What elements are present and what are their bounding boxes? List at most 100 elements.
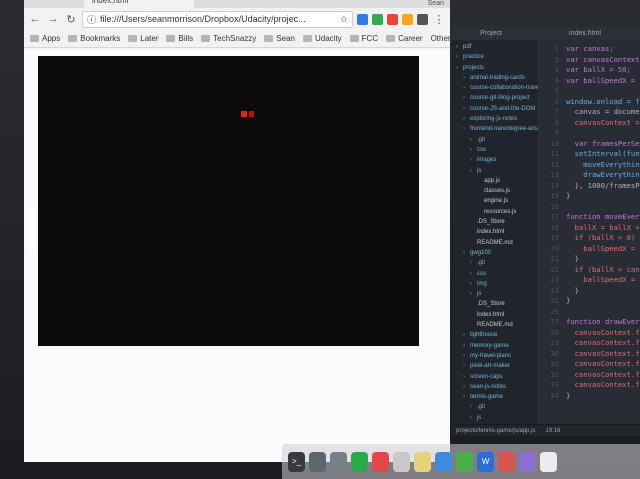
- star-icon[interactable]: ☆: [340, 14, 348, 25]
- tree-folder[interactable]: › sean-js-notes: [452, 382, 538, 392]
- bookmark-item[interactable]: Bills: [166, 34, 193, 43]
- tree-folder[interactable]: › pdf: [452, 42, 538, 52]
- back-icon[interactable]: ←: [28, 12, 42, 26]
- tree-folder[interactable]: › course-git-blog-project: [452, 93, 538, 103]
- app-icon[interactable]: [351, 451, 368, 472]
- tree-file[interactable]: .DS_Store: [452, 217, 538, 227]
- tree-file[interactable]: index.html: [452, 227, 538, 237]
- address-bar[interactable]: ⓘ file:///Users/seanmorrison/Dropbox/Uda…: [82, 10, 353, 28]
- game-canvas[interactable]: [28, 56, 419, 346]
- tree-label: css: [477, 270, 486, 277]
- tree-folder[interactable]: › my-travel-plans: [452, 351, 538, 361]
- tree-folder[interactable]: › .git: [452, 402, 538, 412]
- tree-file[interactable]: classes.js: [452, 186, 538, 196]
- bookmark-item[interactable]: Bookmarks: [68, 34, 120, 43]
- chevron-right-icon: ›: [463, 394, 465, 401]
- menu-icon[interactable]: ⋮: [432, 12, 446, 26]
- info-icon[interactable]: ⓘ: [87, 13, 96, 26]
- app-icon[interactable]: [519, 451, 536, 472]
- bookmark-item[interactable]: Career: [386, 34, 423, 43]
- extension-icon[interactable]: [372, 13, 383, 25]
- tree-folder[interactable]: › css: [452, 269, 538, 279]
- tree-folder[interactable]: › lighthouse: [452, 330, 538, 340]
- tree-folder[interactable]: › exploring-js-notes: [452, 114, 538, 124]
- extension-icon[interactable]: [402, 13, 413, 25]
- tree-folder[interactable]: › screen-caps: [452, 372, 538, 382]
- extension-icon[interactable]: [387, 13, 398, 25]
- line-number: 31: [550, 359, 559, 368]
- app-icon[interactable]: [309, 451, 326, 472]
- bookmark-item[interactable]: Apps: [30, 34, 60, 43]
- trash-icon[interactable]: [540, 451, 557, 472]
- tree-folder[interactable]: › tennis-game: [452, 392, 538, 402]
- browser-toolbar: ← → ↻ ⓘ file:///Users/seanmorrison/Dropb…: [24, 8, 450, 30]
- status-path[interactable]: projects/tennis-game/js/app.js: [456, 428, 535, 434]
- tree-folder[interactable]: › .git: [452, 258, 538, 268]
- bookmark-label: Udacity: [314, 34, 342, 43]
- forward-icon[interactable]: →: [46, 12, 60, 26]
- tree-file[interactable]: resources.js: [452, 207, 538, 217]
- code-editor[interactable]: 1 2 3 4 5 6 7 8 9 10 11 12 13 14 15 16 17 18 19 20 21 22 23 24 2…: [538, 40, 640, 424]
- code-line: }: [566, 296, 571, 305]
- bookmark-label: Sean: [276, 34, 295, 43]
- tree-folder[interactable]: › gwg100: [452, 248, 538, 258]
- tree-file[interactable]: index.html: [452, 310, 538, 320]
- tree-folder[interactable]: › js: [452, 166, 538, 176]
- editor-tab[interactable]: index.html: [530, 30, 640, 37]
- profile-name[interactable]: Sean: [428, 0, 444, 7]
- tree-folder[interactable]: › .git: [452, 135, 538, 145]
- app-icon[interactable]: [330, 451, 347, 472]
- word-icon[interactable]: W: [477, 451, 494, 472]
- app-icon[interactable]: [372, 451, 389, 472]
- tree-folder[interactable]: › course-JS-and-the-DOM: [452, 104, 538, 114]
- bookmark-item[interactable]: Later: [128, 34, 158, 43]
- tree-file[interactable]: app.js: [452, 176, 538, 186]
- code-line: if (ballX < 0) {: [566, 233, 640, 242]
- code-line: function drawEverything(: [566, 317, 640, 326]
- notes-icon[interactable]: [414, 451, 431, 472]
- bookmark-item[interactable]: FCC: [349, 34, 379, 43]
- extension-icon[interactable]: [357, 13, 368, 25]
- tree-folder[interactable]: › js: [452, 413, 538, 423]
- chevron-right-icon: ›: [456, 44, 458, 50]
- browser-tab[interactable]: index.html: [84, 0, 194, 8]
- line-number: 24: [550, 285, 559, 295]
- tree-folder[interactable]: › img: [452, 279, 538, 289]
- code-line: canvasContext.fillRect(: [574, 338, 640, 347]
- tree-folder[interactable]: › course-collaboration-travel: [452, 83, 538, 93]
- tree-file[interactable]: .DS_Store: [452, 299, 538, 309]
- tree-folder[interactable]: › images: [452, 155, 538, 165]
- code-line: if (ballX > canvas.wid: [574, 264, 640, 274]
- tree-file[interactable]: engine.js: [452, 196, 538, 206]
- tree-folder[interactable]: › frontend-nanodegree-arcade: [452, 124, 538, 134]
- tree-file[interactable]: README.md: [452, 238, 538, 248]
- tree-folder[interactable]: › practice: [452, 52, 538, 62]
- tree-folder[interactable]: › projects: [452, 63, 538, 73]
- app-icon[interactable]: [498, 451, 515, 472]
- reload-icon[interactable]: ↻: [64, 12, 78, 26]
- tree-folder[interactable]: › memory-game: [452, 341, 538, 351]
- other-bookmarks[interactable]: Other Bookmarks: [431, 34, 450, 43]
- messages-icon[interactable]: [456, 451, 473, 472]
- tree-file[interactable]: README.md: [452, 320, 538, 330]
- tree-folder[interactable]: › animal-trading-cards: [452, 73, 538, 83]
- status-cursor[interactable]: 19:16: [545, 428, 560, 434]
- terminal-icon[interactable]: >_: [288, 451, 305, 472]
- app-icon[interactable]: [435, 451, 452, 472]
- tree-label: exploring-js-notes: [470, 116, 518, 123]
- code-line: window.onload = functi: [566, 96, 640, 106]
- line-number: 12: [550, 159, 559, 169]
- tree-label: pixel-art-maker: [470, 363, 511, 370]
- bookmark-item[interactable]: Sean: [264, 34, 295, 43]
- bookmark-item[interactable]: Udacity: [302, 34, 342, 43]
- tree-folder[interactable]: › pixel-art-maker: [452, 361, 538, 371]
- bookmark-label: FCC: [361, 34, 379, 43]
- paddle: [28, 206, 36, 254]
- url-text: file:///Users/seanmorrison/Dropbox/Udaci…: [100, 14, 306, 24]
- tree-folder[interactable]: › js: [452, 289, 538, 299]
- bookmark-item[interactable]: TechSnazzy: [201, 34, 256, 43]
- tree-folder[interactable]: › css: [452, 145, 538, 155]
- code-area[interactable]: var canvas; var canvasContext; var ballX =…: [566, 44, 640, 401]
- extension-icon[interactable]: [417, 13, 428, 25]
- calendar-icon[interactable]: [393, 451, 410, 472]
